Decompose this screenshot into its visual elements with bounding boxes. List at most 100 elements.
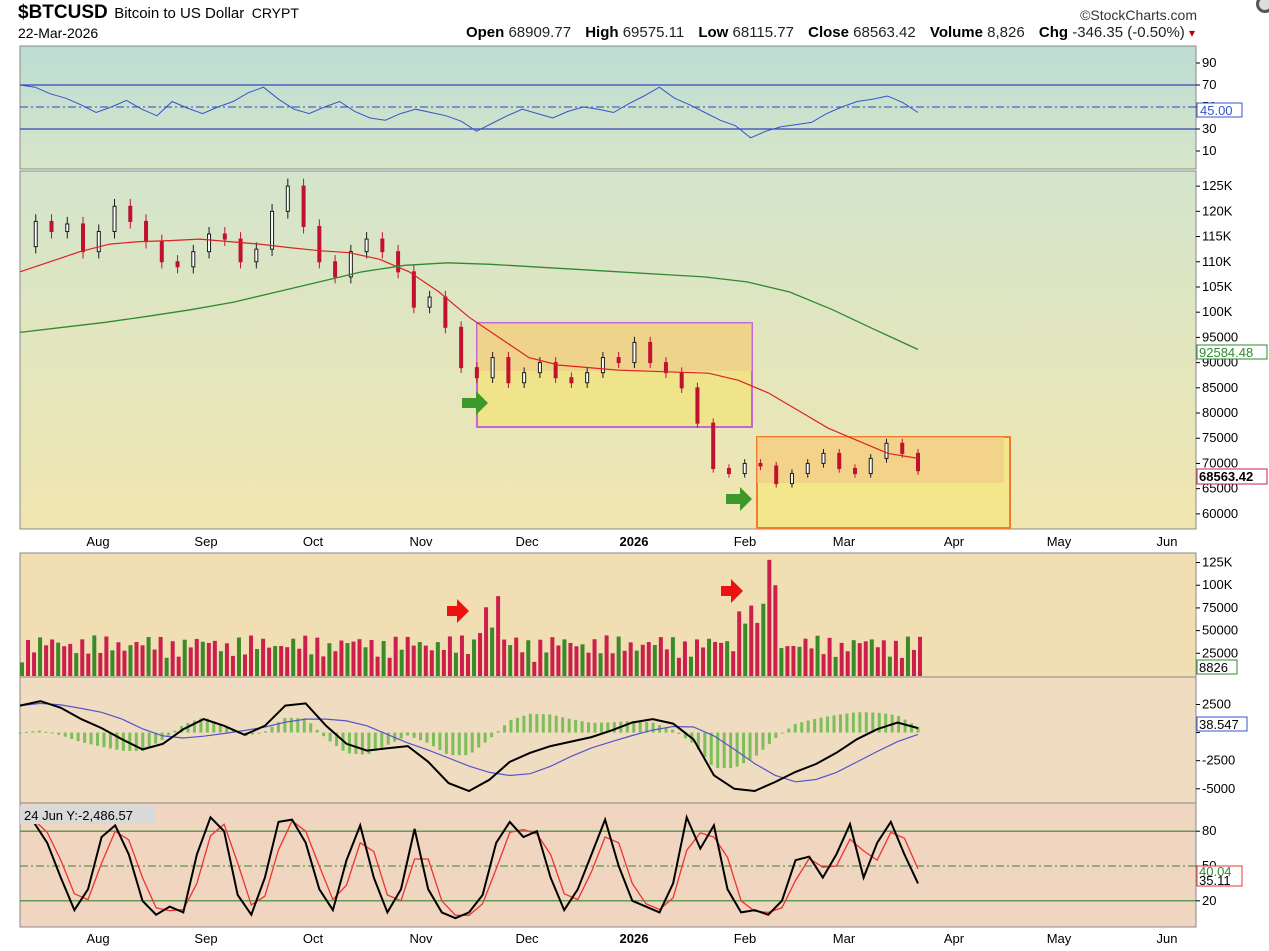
macd-histogram-bar bbox=[257, 732, 261, 734]
volume-bar bbox=[755, 622, 760, 676]
volume-bar bbox=[339, 640, 344, 676]
volume-bar bbox=[616, 636, 621, 676]
volume-bar bbox=[50, 639, 55, 676]
volume-bar bbox=[490, 627, 495, 676]
macd-histogram-bar bbox=[24, 731, 28, 733]
candle-body bbox=[49, 220, 54, 233]
volume-bar bbox=[110, 650, 115, 676]
candle-body bbox=[459, 326, 464, 369]
rsi-last-badge: 45.00 bbox=[1196, 102, 1243, 118]
price-tick-label: 115K bbox=[1202, 229, 1232, 244]
macd-histogram-bar bbox=[599, 722, 603, 733]
x-axis-top: Aug Sep Oct Nov Dec 2026 Feb Mar Apr May Jun bbox=[86, 534, 1177, 549]
macd-histogram-bar bbox=[858, 712, 862, 733]
volume-bar bbox=[622, 650, 627, 676]
macd-histogram-bar bbox=[57, 732, 61, 735]
volume-bar bbox=[441, 649, 446, 676]
candle-body bbox=[837, 452, 842, 469]
macd-histogram-bar bbox=[470, 732, 474, 753]
volume-bar bbox=[375, 656, 380, 676]
volume-bar bbox=[303, 635, 308, 676]
x-tick-label: Nov bbox=[409, 931, 433, 946]
volume-tick-label: 25000 bbox=[1202, 645, 1238, 660]
macd-histogram-bar bbox=[845, 713, 849, 733]
x-tick-label: Apr bbox=[944, 534, 965, 549]
stochastic-panel[interactable]: 805020 24 Jun Y:-2,486.57 40.04 35.11 bbox=[19, 802, 1243, 928]
macd-histogram-bar bbox=[347, 732, 351, 754]
volume-bar bbox=[188, 647, 193, 676]
volume-bar bbox=[242, 654, 247, 676]
volume-bar bbox=[297, 648, 302, 676]
volume-tick-label: 75000 bbox=[1202, 600, 1238, 615]
volume-bar bbox=[249, 635, 254, 676]
volume-panel[interactable]: 125K 100K 75000 50000 25000 8826 bbox=[19, 552, 1238, 678]
macd-histogram-bar bbox=[457, 732, 461, 756]
candle-body bbox=[600, 357, 605, 374]
x-tick-label: 2026 bbox=[620, 931, 649, 946]
macd-histogram-bar bbox=[399, 732, 403, 739]
macd-histogram-bar bbox=[147, 732, 151, 748]
macd-histogram-bar bbox=[263, 731, 267, 733]
macd-histogram-bar bbox=[729, 732, 733, 769]
x-tick-label: Nov bbox=[409, 534, 433, 549]
volume-bar bbox=[598, 653, 603, 676]
stochastic-panel-bg bbox=[19, 802, 1197, 928]
price-panel[interactable]: 125K120K115K110K105K100K9500090000850008… bbox=[19, 170, 1268, 530]
macd-histogram-bar bbox=[89, 732, 93, 745]
volume-bar bbox=[556, 645, 561, 676]
volume-bar bbox=[478, 633, 483, 676]
sma200-value: 92584.48 bbox=[1199, 345, 1253, 360]
candle-body bbox=[916, 452, 920, 472]
candle-body bbox=[805, 462, 810, 475]
volume-bar bbox=[116, 642, 121, 676]
macd-histogram-bar bbox=[748, 732, 752, 760]
candle-body bbox=[175, 261, 180, 268]
volume-bar bbox=[791, 645, 796, 676]
volume-bar bbox=[122, 650, 127, 676]
volume-bar bbox=[899, 657, 904, 676]
volume-bar bbox=[104, 636, 109, 676]
macd-histogram-bar bbox=[283, 717, 287, 733]
volume-bar bbox=[146, 636, 151, 676]
candle-body bbox=[711, 422, 716, 469]
volume-bar bbox=[887, 656, 892, 676]
macd-histogram-bar bbox=[677, 732, 681, 734]
volume-bar bbox=[134, 642, 139, 676]
volume-bar bbox=[514, 637, 519, 676]
volume-bar bbox=[562, 639, 567, 676]
macd-histogram-bar bbox=[444, 732, 448, 754]
volume-tick-label: 100K bbox=[1202, 577, 1233, 592]
macd-histogram-bar bbox=[309, 723, 313, 733]
volume-bar bbox=[345, 643, 350, 676]
volume-bar bbox=[502, 639, 507, 676]
volume-bar bbox=[574, 646, 579, 676]
macd-histogram-bar bbox=[903, 719, 907, 733]
x-tick-label: Jun bbox=[1157, 534, 1178, 549]
rsi-panel[interactable]: 9070503010 45.00 bbox=[19, 45, 1243, 170]
x-axis-bottom: Aug Sep Oct Nov Dec 2026 Feb Mar Apr May Jun bbox=[86, 931, 1177, 946]
volume-bar bbox=[797, 646, 802, 676]
volume-bar bbox=[429, 650, 434, 676]
volume-bar bbox=[459, 635, 464, 676]
macd-histogram-bar bbox=[438, 732, 442, 751]
price-tick-label: 100K bbox=[1202, 304, 1233, 319]
macd-histogram-bar bbox=[406, 732, 410, 736]
macd-histogram-bar bbox=[722, 732, 726, 769]
x-tick-label: Mar bbox=[833, 534, 856, 549]
macd-histogram-bar bbox=[625, 721, 629, 733]
volume-badge: 8826 bbox=[1196, 659, 1238, 675]
volume-bar bbox=[273, 646, 278, 676]
macd-histogram-bar bbox=[671, 729, 675, 733]
macd-panel-bg bbox=[19, 676, 1197, 804]
macd-panel[interactable]: 2500 -2500 -5000 38.547 bbox=[18, 676, 1248, 804]
consolidation-box-2-upper bbox=[757, 437, 1004, 483]
chart-canvas[interactable]: 9070503010 45.00 125K120K115K110K105K100… bbox=[0, 0, 1269, 951]
close-badge: 68563.42 bbox=[1196, 468, 1268, 485]
macd-histogram-bar bbox=[780, 732, 784, 734]
volume-bar bbox=[56, 642, 61, 676]
sma200-badge: 92584.48 bbox=[1196, 344, 1268, 360]
price-tick-label: 95000 bbox=[1202, 329, 1238, 344]
candle-body bbox=[758, 462, 763, 467]
volume-bar bbox=[634, 650, 639, 676]
volume-bar bbox=[767, 559, 772, 676]
